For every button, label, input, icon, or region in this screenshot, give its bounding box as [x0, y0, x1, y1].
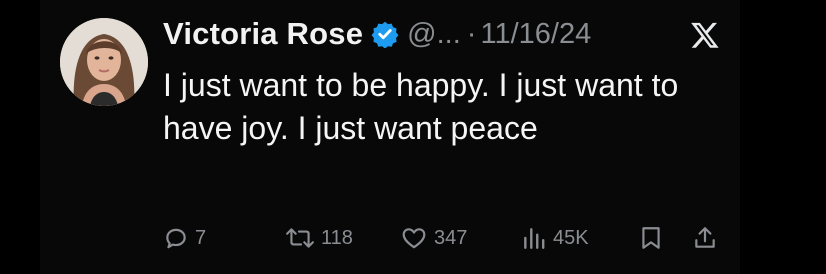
repost-count: 118: [321, 226, 353, 249]
views-button[interactable]: 45K: [521, 220, 589, 256]
views-count: 45K: [553, 226, 589, 249]
bookmark-icon: [642, 227, 660, 249]
avatar[interactable]: [60, 18, 148, 106]
repost-button[interactable]: 118: [285, 220, 353, 256]
reply-icon: [166, 228, 186, 249]
reply-button[interactable]: 7: [163, 220, 206, 256]
tweet-header: Victoria Rose @... · 11/16/24: [163, 14, 723, 54]
views-icon: [524, 228, 545, 249]
verified-badge-icon: [371, 20, 399, 48]
share-button[interactable]: [692, 220, 718, 256]
bookmark-button[interactable]: [638, 220, 664, 256]
tweet-date[interactable]: 11/16/24: [480, 18, 591, 51]
x-logo-icon: [690, 20, 720, 50]
like-button[interactable]: 347: [400, 220, 467, 256]
share-icon: [695, 227, 715, 248]
avatar-image: [60, 18, 148, 106]
separator-dot: ·: [466, 17, 477, 50]
tweet-actions: 7 118 347 45K: [0, 220, 826, 256]
author-name[interactable]: Victoria Rose: [163, 16, 363, 52]
reply-count: 7: [195, 226, 207, 249]
tweet-text: I just want to be happy. I just want to …: [163, 67, 679, 146]
author-handle[interactable]: @...: [407, 18, 461, 51]
heart-icon: [402, 228, 426, 249]
like-count: 347: [434, 226, 468, 249]
repost-icon: [286, 228, 314, 248]
